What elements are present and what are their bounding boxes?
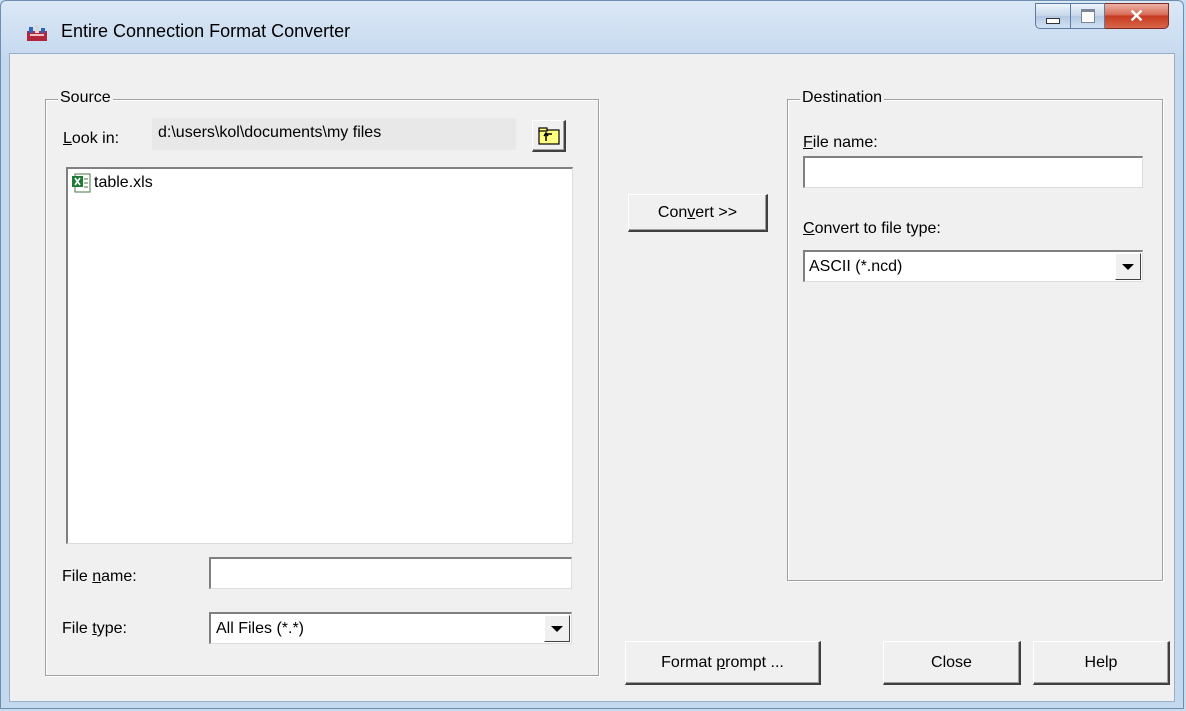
button-label: Help	[1084, 653, 1118, 671]
label-part: File	[62, 620, 93, 637]
button-label-part: ert >>	[695, 203, 738, 221]
close-button[interactable]: Close	[883, 641, 1021, 685]
look-in-path-text: d:\users\kol\documents\my files	[158, 124, 382, 141]
look-in-path: d:\users\kol\documents\my files	[152, 118, 516, 150]
label-part: ile name:	[812, 134, 878, 151]
source-group: Source Look in: d:\users\kol\documents\m…	[45, 89, 599, 676]
app-icon	[27, 25, 47, 41]
convert-type-value: ASCII (*.ncd)	[809, 258, 903, 275]
format-prompt-button[interactable]: Format p rompt ...	[625, 641, 821, 685]
convert-type-select[interactable]: ASCII (*.ncd)	[803, 250, 1143, 282]
source-file-type-label: File type:	[62, 620, 127, 638]
label-part: ame:	[101, 568, 137, 585]
list-item[interactable]: table.xls	[72, 173, 153, 193]
file-list[interactable]: table.xls	[66, 167, 573, 544]
button-label-part: Con	[657, 203, 688, 221]
source-group-title: Source	[58, 89, 113, 107]
excel-file-icon	[72, 173, 91, 193]
maximize-button[interactable]	[1071, 3, 1105, 29]
dialog-client-area: Source Look in: d:\users\kol\documents\m…	[9, 53, 1175, 702]
button-label-part: rompt ...	[725, 653, 784, 671]
up-folder-icon	[537, 126, 560, 145]
destination-group: Destination File name: Convert to file t…	[787, 89, 1163, 581]
close-window-button[interactable]: ✕	[1105, 3, 1169, 29]
destination-group-title: Destination	[800, 89, 885, 107]
label-part: File	[62, 568, 93, 585]
convert-type-dropdown-button[interactable]	[1115, 253, 1141, 280]
file-type-value: All Files (*.*)	[216, 620, 305, 637]
dest-file-name-input[interactable]	[803, 156, 1143, 188]
look-in-mnemonic: L	[63, 130, 72, 147]
maximize-icon	[1080, 9, 1095, 23]
file-type-dropdown-button[interactable]	[544, 615, 570, 642]
help-button[interactable]: Help	[1033, 641, 1170, 685]
look-in-label: Look in:	[63, 130, 119, 148]
dest-file-name-label: File name:	[803, 134, 878, 152]
label-part: onvert to file type:	[814, 220, 941, 237]
label-mnemonic: n	[92, 568, 102, 585]
close-icon: ✕	[1128, 5, 1145, 26]
title-bar[interactable]: Entire Connection Format Converter ✕	[1, 1, 1183, 53]
look-in-label-rest: ook in:	[71, 130, 120, 147]
chevron-down-icon	[551, 625, 563, 632]
window-title: Entire Connection Format Converter	[61, 21, 351, 41]
source-file-name-label: File name:	[62, 568, 137, 586]
chevron-down-icon	[1122, 263, 1134, 270]
label-part: ype:	[96, 620, 127, 637]
label-mnemonic: F	[803, 134, 813, 151]
button-mnemonic: v	[687, 203, 696, 221]
minimize-icon	[1046, 18, 1060, 24]
convert-type-label: Convert to file type:	[803, 220, 941, 238]
label-mnemonic: C	[803, 220, 815, 237]
file-name-text: table.xls	[94, 174, 153, 191]
minimize-button[interactable]	[1035, 3, 1071, 29]
source-file-name-input[interactable]	[209, 557, 572, 589]
parent-folder-button[interactable]	[532, 120, 566, 152]
dialog-window: Entire Connection Format Converter ✕ Sou…	[0, 0, 1184, 709]
convert-button[interactable]: Con v ert >>	[628, 194, 768, 232]
button-label: Close	[931, 653, 972, 671]
button-mnemonic: p	[716, 653, 726, 671]
button-label-part: Format	[661, 653, 717, 671]
source-file-type-select[interactable]: All Files (*.*)	[209, 612, 572, 644]
